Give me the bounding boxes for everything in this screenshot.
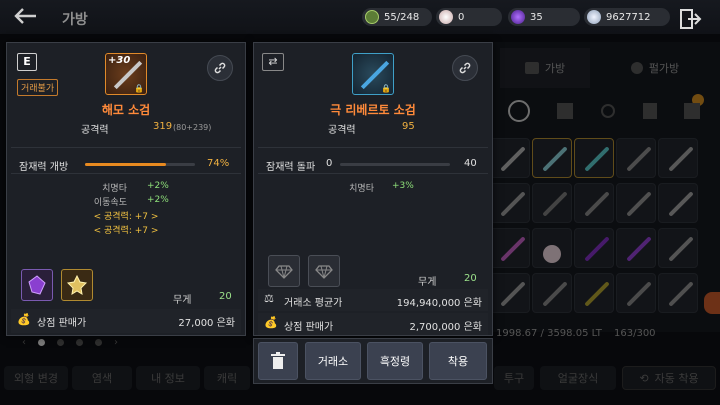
purple-gem-pill: 35 [508,8,580,26]
potential-label: 잠재력 개방 [19,162,69,173]
item-icon: 🔒 [352,53,394,95]
bonus-option: < 공격력: +7 > [93,212,159,222]
stat-label: 이동속도 [93,198,127,208]
equip-button[interactable]: 착용 [429,342,487,380]
pearl-pill: 0 [436,8,502,26]
pearl-value: 0 [458,11,465,23]
potential-value: 74% [207,158,230,169]
divider [11,173,241,174]
back-arrow-icon[interactable] [12,6,40,28]
scale-icon: ⚖ [264,292,274,305]
stat-value: +2% [147,181,169,191]
market-value: 194,940,000 은화 [396,298,482,309]
empty-crystal-icon [275,265,293,279]
item-icon: +30 🔒 [105,53,147,95]
silver-value: 9627712 [606,11,651,23]
attack-detail: (80+239) [173,123,212,132]
weight-value: 20 [464,273,477,284]
exit-icon[interactable] [680,9,702,29]
sell-label: 상점 판매가 [37,318,87,329]
breakthrough-label: 잠재력 돌파 [266,162,316,173]
link-icon [459,62,471,74]
market-label: 거래소 평균가 [284,298,343,309]
empty-crystal-slot[interactable] [308,255,340,287]
delete-button[interactable] [258,342,298,380]
pearl-icon [439,10,453,24]
link-icon [214,62,226,74]
crystal-slot[interactable] [61,269,93,301]
bag-capacity-value: 55/248 [384,11,420,23]
stat-label: 치명타 [102,184,127,194]
lock-icon: 🔒 [134,84,144,93]
purple-gem-value: 35 [530,11,543,23]
gold-crystal-icon [66,274,88,295]
sell-value: 2,700,000 은화 [409,322,482,333]
money-bag-icon: 💰 [264,316,278,329]
silver-pill: 9627712 [584,8,670,26]
potential-bar-fill [85,163,167,166]
breakthrough-bar [340,163,450,166]
enhance-level: +30 [108,55,131,66]
equipped-item-card: E 거래불가 +30 🔒 해모 소검 공격력 319 (80+239) 잠재력 … [6,42,246,336]
sell-value: 27,000 은화 [178,318,235,329]
sell-label: 상점 판매가 [284,322,334,333]
exchange-button[interactable]: 거래소 [305,342,361,380]
divider [258,173,488,174]
potential-bar [85,163,195,166]
market-price-row: ⚖ 거래소 평균가 194,940,000 은화 [258,289,488,311]
trade-status-badge: 거래불가 [17,79,59,96]
compare-item-card: ⇄ 🔒 극 리베르토 소검 공격력 95 잠재력 돌파 0 40 치명타 +3%… [253,42,493,336]
item-name: 극 리베르토 소검 [330,103,416,117]
lock-icon: 🔒 [381,84,391,93]
link-button[interactable] [207,55,233,81]
stat-label: 치명타 [349,184,374,194]
grade-badge: E [17,53,37,71]
money-bag-icon: 💰 [17,313,31,326]
empty-crystal-icon [315,265,333,279]
weight-value: 20 [219,291,232,302]
attack-label: 공격력 [81,125,109,136]
divider [11,147,241,148]
trash-icon [271,352,285,369]
weight-label: 무게 [173,295,192,306]
attack-value: 319 [153,121,173,132]
item-name: 해모 소검 [101,103,151,117]
swap-icon[interactable]: ⇄ [262,53,284,71]
purple-gem-icon [511,10,525,24]
breakthrough-max: 40 [464,158,477,169]
attack-value: 95 [402,121,415,132]
silver-coin-icon [587,10,601,24]
sell-price-row: 💰 상점 판매가 27,000 은화 [11,309,241,333]
page-title: 가방 [62,12,88,28]
weight-label: 무게 [418,277,437,288]
bag-capacity-pill: 55/248 [362,8,432,26]
link-button[interactable] [452,55,478,81]
bag-capacity-icon [365,10,379,24]
bonus-option: < 공격력: +7 > [93,226,159,236]
attack-label: 공격력 [328,125,356,136]
divider [258,147,488,148]
sell-price-row: 💰 상점 판매가 2,700,000 은화 [258,313,488,335]
purple-crystal-icon [28,275,46,295]
breakthrough-min: 0 [326,158,333,169]
crystal-slot[interactable] [21,269,53,301]
stat-value: +3% [392,181,414,191]
stat-value: +2% [147,195,169,205]
empty-crystal-slot[interactable] [268,255,300,287]
black-spirit-button[interactable]: 흑정령 [367,342,423,380]
